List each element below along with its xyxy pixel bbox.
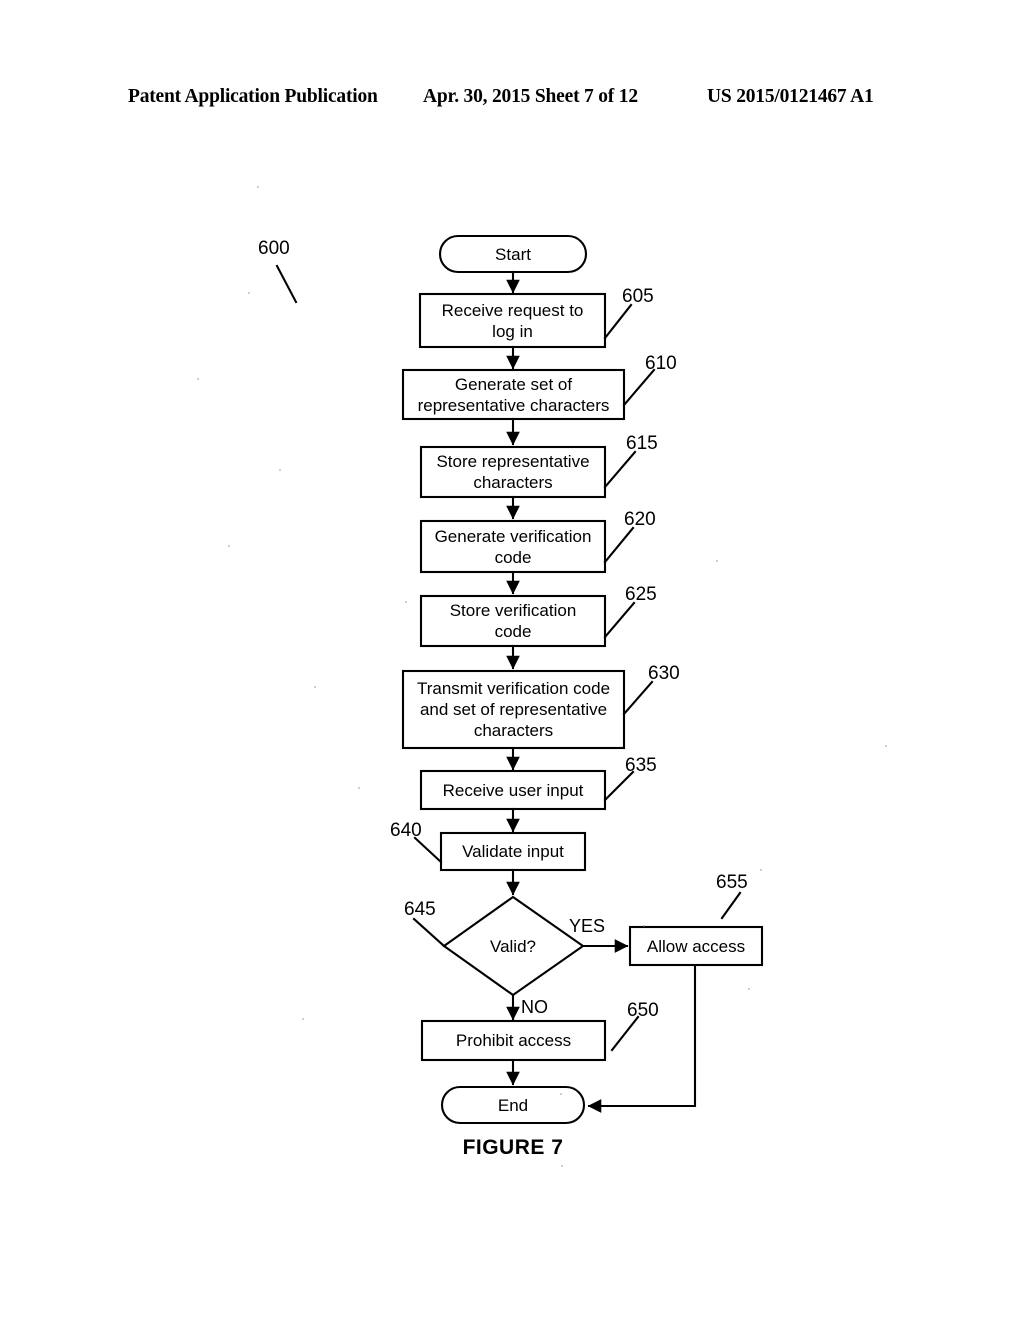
ref-645: 645	[404, 899, 436, 920]
scan-speck	[314, 686, 316, 688]
scan-speck	[561, 1165, 563, 1167]
ref-635: 635	[625, 755, 657, 776]
node-650-shape	[420, 1019, 607, 1062]
node-615-shape	[419, 445, 607, 499]
patent-figure-page: Patent Application Publication Apr. 30, …	[0, 0, 1024, 1320]
node-610-shape	[401, 368, 626, 421]
ref-625: 625	[625, 584, 657, 605]
flowchart-svg	[275, 234, 764, 1125]
leader-620	[603, 526, 635, 564]
scan-speck	[760, 869, 762, 871]
ref-650: 650	[627, 1000, 659, 1021]
scan-speck	[405, 601, 407, 603]
node-655-shape	[628, 925, 764, 967]
scan-speck	[643, 925, 645, 927]
node-620-shape	[419, 519, 607, 574]
scan-speck	[560, 1093, 562, 1095]
scan-speck	[257, 186, 259, 188]
ref-605: 605	[622, 286, 654, 307]
scan-speck	[358, 787, 360, 789]
scan-speck	[302, 1018, 304, 1020]
flowchart-figure: Start Receive request to log in Generate…	[0, 0, 1024, 1320]
ref-655: 655	[716, 872, 748, 893]
ref-600: 600	[258, 238, 290, 259]
node-start-shape	[438, 234, 588, 274]
ref-620: 620	[624, 509, 656, 530]
edge-label-no: NO	[521, 997, 548, 1017]
node-640-shape	[439, 831, 587, 872]
leader-625	[603, 601, 636, 639]
scan-speck	[248, 292, 250, 294]
leader-605	[603, 303, 633, 340]
edge-label-yes: YES	[569, 916, 606, 936]
node-645-shape	[442, 895, 585, 997]
ref-630: 630	[648, 663, 680, 684]
ref-640: 640	[390, 820, 422, 841]
scan-speck	[748, 988, 750, 990]
leader-645	[412, 917, 446, 948]
node-605-shape	[418, 292, 607, 349]
node-635-shape	[419, 769, 607, 811]
leader-655	[720, 891, 742, 920]
leader-615	[603, 450, 637, 489]
leader-600	[275, 264, 298, 304]
scan-speck	[197, 378, 199, 380]
leader-630	[622, 680, 654, 716]
scan-speck	[228, 545, 230, 547]
node-630-shape	[401, 669, 626, 750]
ref-615: 615	[626, 433, 658, 454]
figure-caption: FIGURE 7	[0, 1136, 1024, 1160]
node-end-shape	[440, 1085, 586, 1125]
node-625-shape	[419, 594, 607, 648]
scan-speck	[885, 745, 887, 747]
scan-speck	[716, 560, 718, 562]
scan-speck	[279, 469, 281, 471]
figure-caption-text: FIGURE 7	[462, 1136, 564, 1159]
ref-610: 610	[645, 353, 677, 374]
leader-610	[622, 368, 656, 407]
